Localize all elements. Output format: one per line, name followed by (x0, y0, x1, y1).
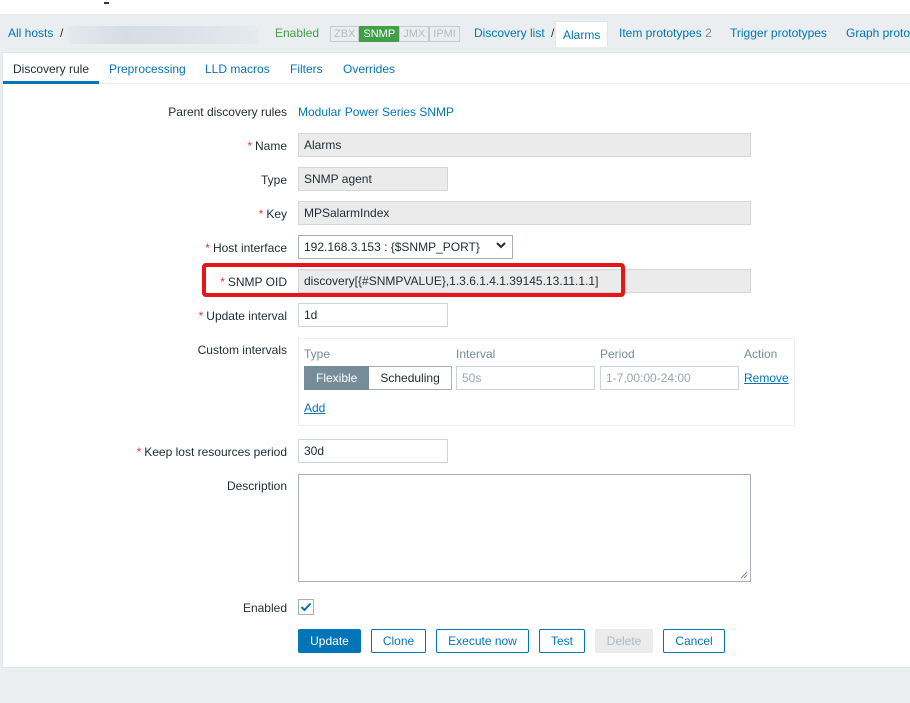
host-interface-value: 192.168.3.153 : {$SNMP_PORT} (304, 240, 480, 254)
execute-now-button[interactable]: Execute now (436, 629, 529, 653)
tab-overrides[interactable]: Overrides (343, 62, 395, 76)
jmx-badge: JMX (399, 26, 430, 42)
discovery-rule-panel: Discovery rule Preprocessing LLD macros … (2, 52, 910, 668)
keep-lost-field[interactable]: 30d (298, 439, 448, 463)
keep-lost-label: * Keep lost resources period (137, 445, 287, 459)
custom-intervals-label: Custom intervals (197, 343, 287, 357)
snmp-badge: SNMP (359, 26, 400, 42)
tab-discovery-rule[interactable]: Discovery rule (13, 62, 89, 76)
custom-intervals-table: Type Interval Period Action Flexible Sch… (298, 338, 795, 426)
active-tab-indicator (3, 81, 99, 84)
col-type-header: Type (304, 347, 331, 361)
item-prototypes-link[interactable]: Item prototypes 2 (619, 26, 712, 41)
enabled-checkbox[interactable] (298, 599, 314, 615)
col-period-header: Period (600, 347, 635, 361)
period-input[interactable]: 1-7,00:00-24:00 (600, 366, 739, 390)
update-interval-field[interactable]: 1d (298, 303, 448, 327)
current-rule-tab[interactable]: Alarms (555, 21, 609, 47)
required-mark: * (136, 445, 142, 459)
item-prototypes-count: 2 (705, 26, 712, 40)
remove-interval-link[interactable]: Remove (744, 371, 789, 385)
name-field[interactable]: Alarms (298, 133, 751, 157)
description-label: Description (226, 479, 287, 493)
name-label: * Name (247, 139, 287, 153)
delete-button: Delete (595, 629, 653, 653)
zbx-badge: ZBX (330, 26, 360, 42)
form-tabs: Discovery rule Preprocessing LLD macros … (3, 53, 910, 84)
add-interval-link[interactable]: Add (304, 401, 325, 415)
type-field[interactable]: SNMP agent (298, 167, 448, 191)
key-field[interactable]: MPSalarmIndex (298, 201, 751, 225)
host-interface-label-text: Host interface (212, 241, 287, 255)
col-interval-header: Interval (456, 347, 496, 361)
parent-rule-link[interactable]: Modular Power Series SNMP (298, 105, 454, 119)
description-textarea[interactable] (298, 474, 751, 582)
tab-preprocessing[interactable]: Preprocessing (109, 62, 186, 76)
update-button[interactable]: Update (298, 629, 361, 653)
host-navigation: All hosts / Enabled ZBX SNMP JMX IPMI Di… (0, 14, 910, 52)
test-button[interactable]: Test (539, 629, 585, 653)
host-status-enabled[interactable]: Enabled (275, 26, 319, 41)
item-prototypes-label: Item prototypes (619, 26, 702, 40)
redacted-host-name[interactable] (68, 26, 258, 44)
trigger-prototypes-link[interactable]: Trigger prototypes (730, 26, 827, 41)
ipmi-badge: IPMI (429, 26, 460, 42)
type-label: Type (260, 173, 287, 187)
key-label: * Key (259, 207, 287, 221)
snmp-oid-highlight-box (202, 263, 625, 297)
top-dash (104, 2, 109, 4)
breadcrumb-separator: / (60, 26, 64, 40)
host-interface-label: * Host interface (205, 241, 287, 255)
keep-lost-label-text: Keep lost resources period (144, 445, 287, 459)
parent-rules-label: Parent discovery rules (168, 105, 287, 119)
top-strip (0, 0, 910, 14)
update-interval-label-text: Update interval (206, 309, 287, 323)
scheduling-option[interactable]: Scheduling (369, 366, 452, 390)
checkmark-icon (300, 602, 312, 612)
tab-filters[interactable]: Filters (290, 62, 323, 76)
update-interval-label: * Update interval (199, 309, 287, 323)
graph-prototypes-link[interactable]: Graph proto (846, 26, 910, 41)
key-label-text: Key (266, 207, 287, 221)
required-mark: * (205, 241, 210, 255)
host-interface-select[interactable]: 192.168.3.153 : {$SNMP_PORT} (298, 235, 513, 259)
interval-type-toggle: Flexible Scheduling (304, 366, 452, 390)
current-rule-label: Alarms (563, 28, 601, 42)
tab-lld-macros[interactable]: LLD macros (205, 62, 270, 76)
interval-input[interactable]: 50s (456, 366, 595, 390)
availability-badges: ZBX SNMP JMX IPMI (330, 26, 460, 42)
name-label-text: Name (254, 139, 287, 153)
required-mark: * (198, 309, 204, 323)
breadcrumb-separator: / (551, 26, 555, 40)
chevron-down-icon (496, 242, 506, 249)
col-action-header: Action (744, 347, 778, 361)
flexible-option[interactable]: Flexible (304, 366, 370, 390)
resize-grip-icon[interactable] (740, 571, 748, 579)
all-hosts-link[interactable]: All hosts (8, 26, 53, 41)
required-mark: * (258, 207, 264, 221)
clone-button[interactable]: Clone (371, 629, 426, 653)
cancel-button[interactable]: Cancel (663, 629, 725, 653)
required-mark: * (247, 139, 252, 153)
discovery-list-link[interactable]: Discovery list (474, 26, 545, 41)
enabled-label: Enabled (242, 601, 287, 615)
